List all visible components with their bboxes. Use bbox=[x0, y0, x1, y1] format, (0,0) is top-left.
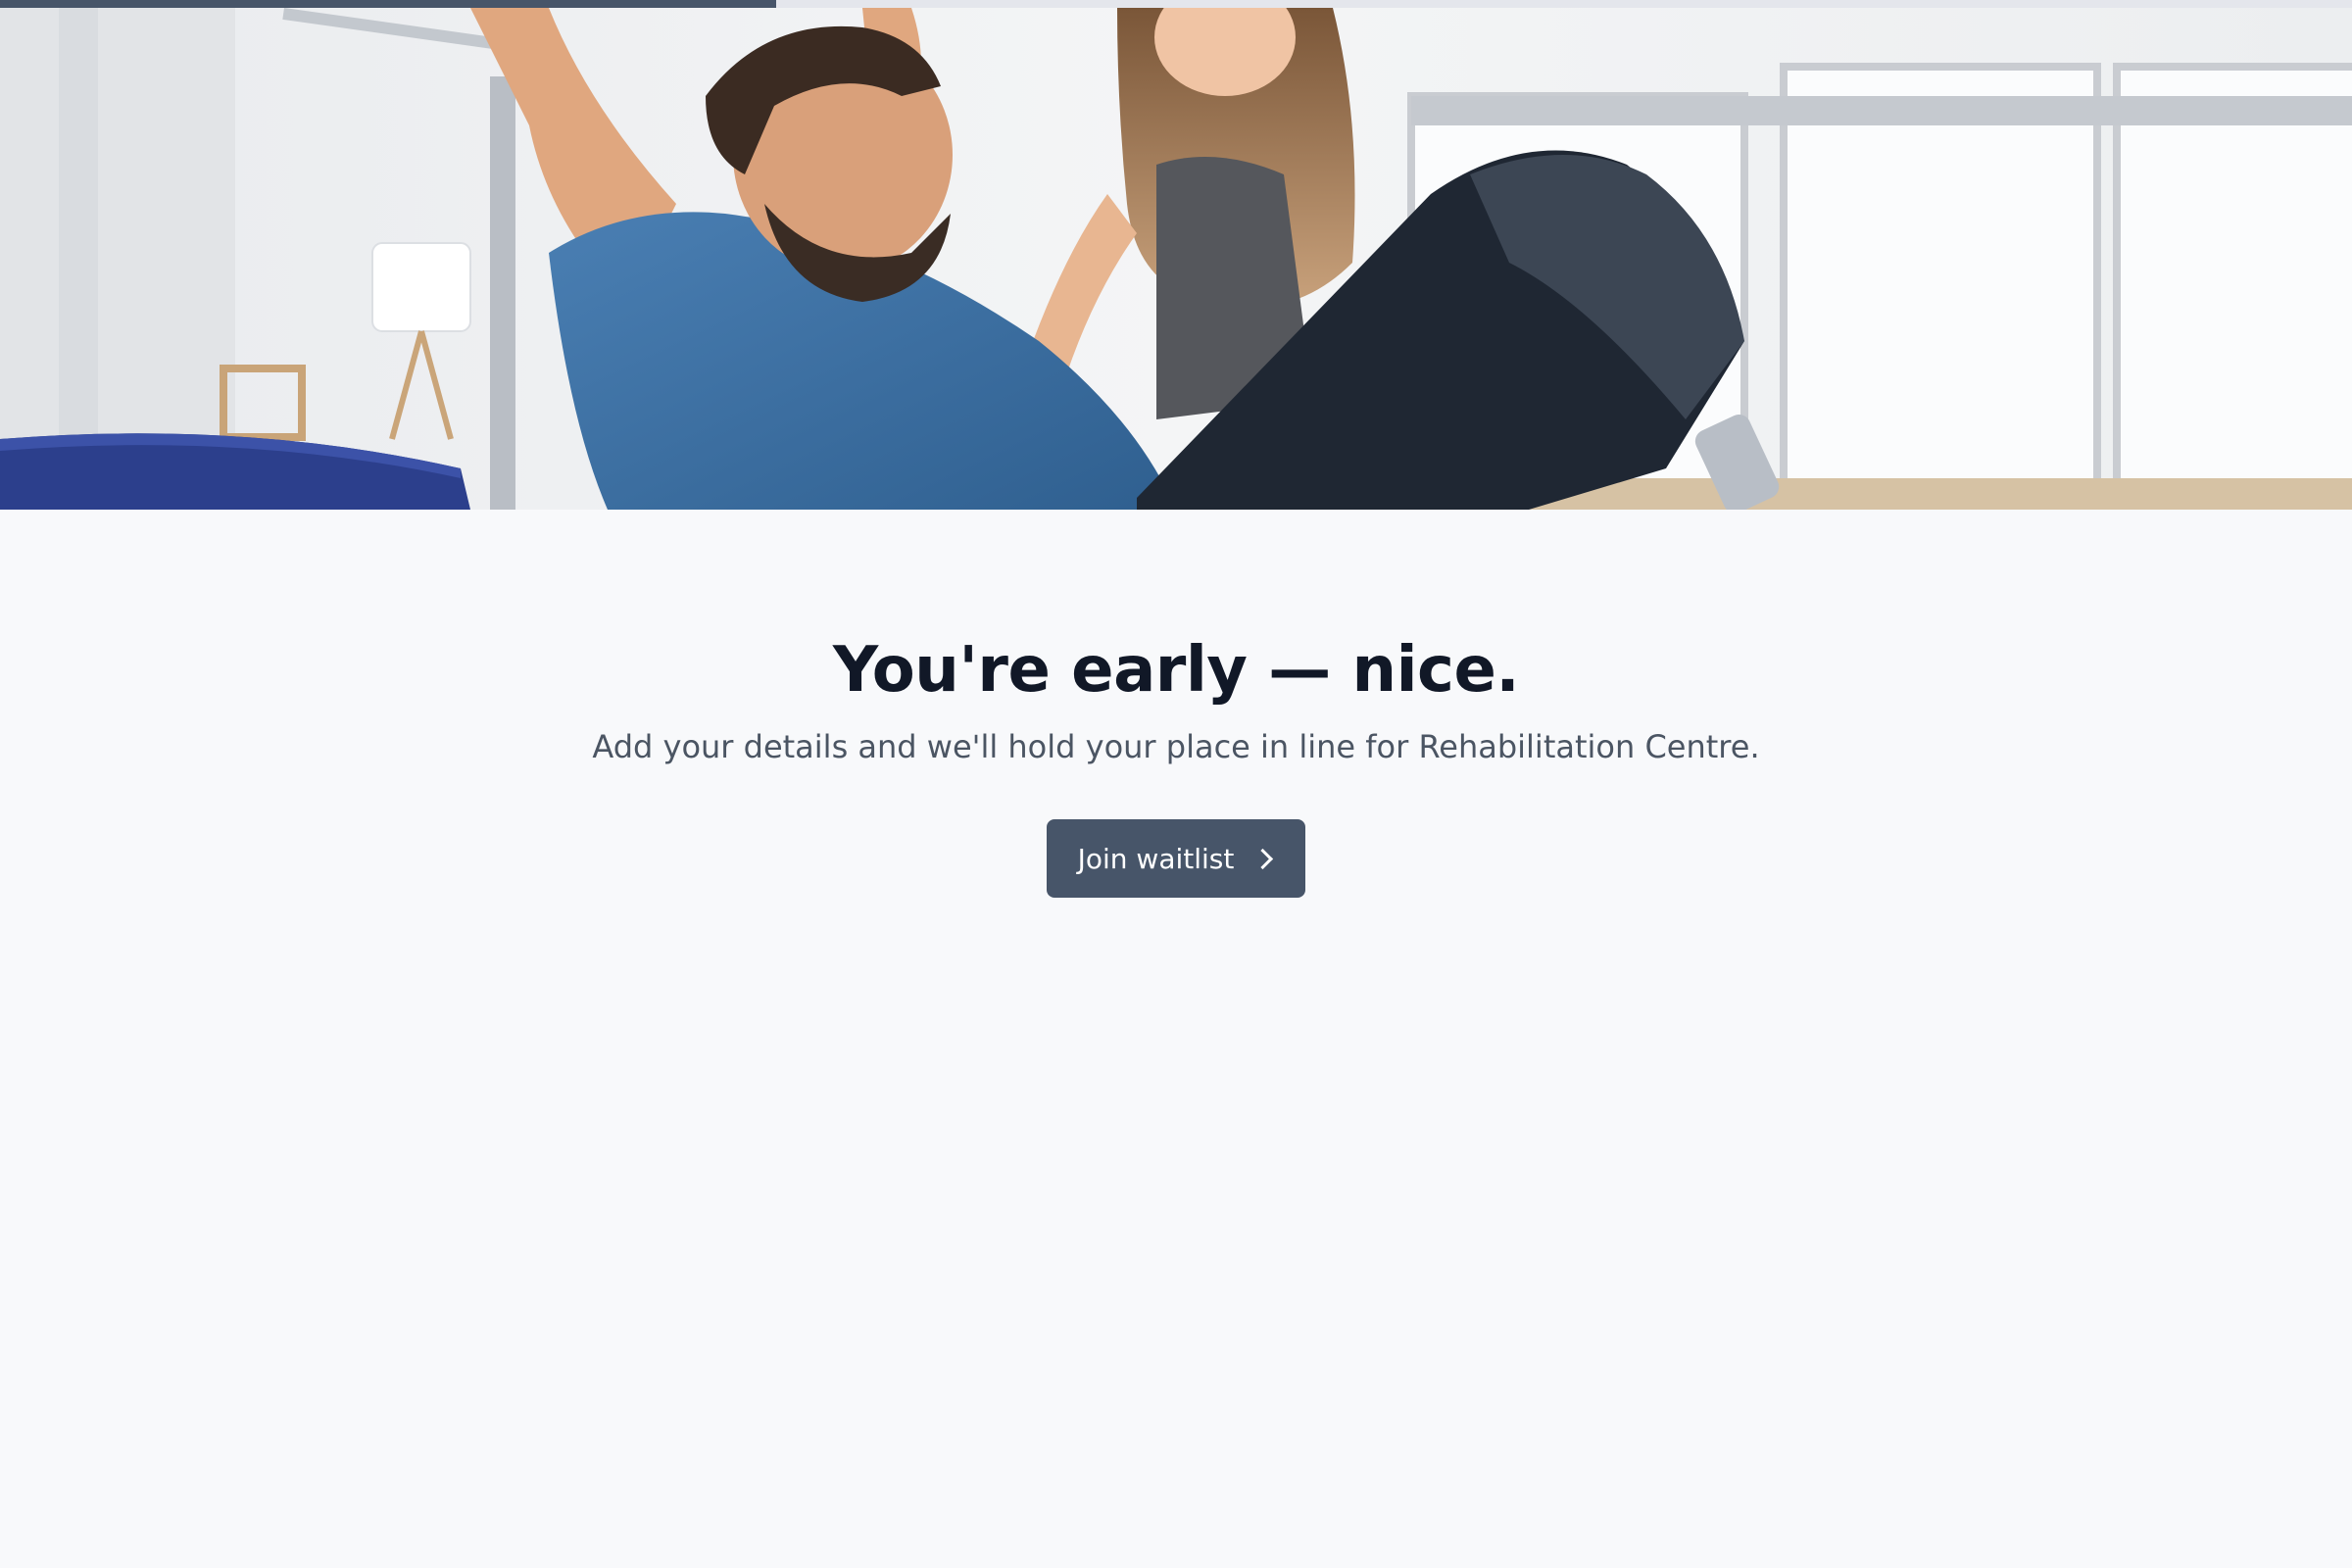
main-content: You're early — nice. Add your details an… bbox=[0, 627, 2352, 898]
chevron-right-icon bbox=[1252, 848, 1274, 869]
join-waitlist-button[interactable]: Join waitlist bbox=[1046, 819, 1306, 898]
progress-bar-fill bbox=[0, 0, 776, 8]
page-subtitle: Add your details and we'll hold your pla… bbox=[592, 728, 1760, 765]
join-waitlist-label: Join waitlist bbox=[1077, 842, 1235, 875]
page-title: You're early — nice. bbox=[832, 634, 1520, 707]
hero-image bbox=[0, 8, 2352, 510]
progress-bar bbox=[0, 0, 2352, 8]
